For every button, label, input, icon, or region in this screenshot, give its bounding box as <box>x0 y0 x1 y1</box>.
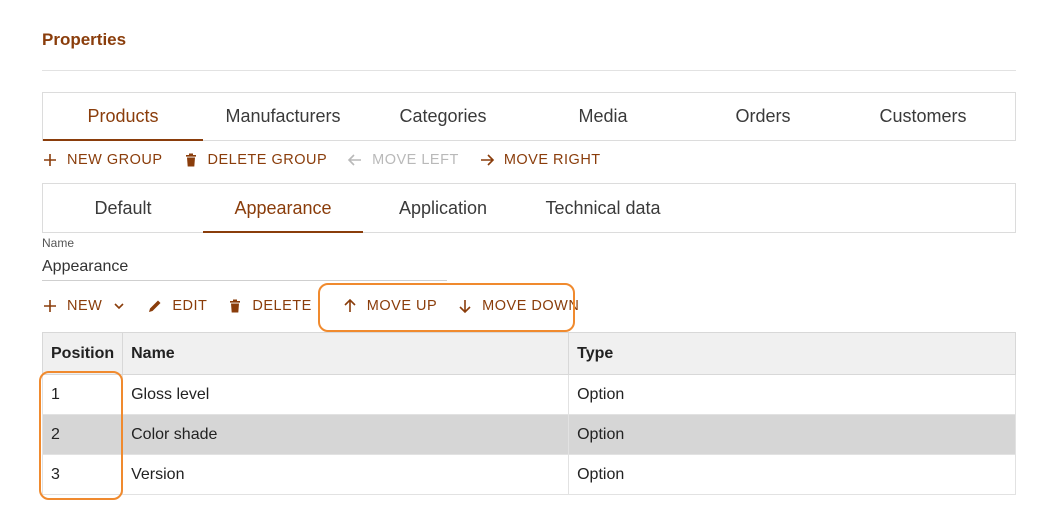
column-header-position[interactable]: Position <box>41 332 124 375</box>
chevron-down-icon[interactable] <box>111 298 127 314</box>
move-right-button[interactable]: MOVE RIGHT <box>479 152 601 168</box>
group-tab-bar: Default Appearance Application Technical… <box>42 183 1016 233</box>
arrow-up-icon <box>342 298 358 314</box>
tab-categories[interactable]: Categories <box>363 93 523 140</box>
page-title: Properties <box>42 30 127 49</box>
tab-technical-data[interactable]: Technical data <box>523 184 683 232</box>
column-header-type[interactable]: Type <box>568 332 1016 375</box>
table-header-row: Position Name Type <box>41 332 1016 375</box>
tab-appearance[interactable]: Appearance <box>203 184 363 233</box>
name-field-label: Name <box>42 236 75 250</box>
cell-type: Option <box>568 454 1016 495</box>
item-toolbar: NEW EDIT DELETE MOVE UP MOVE DOWN <box>42 293 599 319</box>
move-left-label: MOVE LEFT <box>372 152 459 168</box>
tab-application[interactable]: Application <box>363 184 523 232</box>
cell-position: 2 <box>41 414 124 455</box>
arrow-left-icon <box>347 152 363 168</box>
cell-type: Option <box>568 374 1016 415</box>
group-toolbar: NEW GROUP DELETE GROUP MOVE LEFT MOVE RI… <box>42 147 621 173</box>
cell-type: Option <box>568 414 1016 455</box>
delete-group-button[interactable]: DELETE GROUP <box>183 152 328 168</box>
tab-orders[interactable]: Orders <box>683 93 843 140</box>
new-label: NEW <box>67 298 103 314</box>
move-down-button[interactable]: MOVE DOWN <box>457 298 579 314</box>
tab-customers[interactable]: Customers <box>843 93 1003 140</box>
delete-group-label: DELETE GROUP <box>207 152 328 168</box>
trash-icon <box>227 298 243 314</box>
main-tab-bar: Products Manufacturers Categories Media … <box>42 92 1016 141</box>
cell-position: 3 <box>41 454 124 495</box>
tab-media[interactable]: Media <box>523 93 683 140</box>
move-right-label: MOVE RIGHT <box>503 152 601 168</box>
plus-icon <box>42 298 58 314</box>
move-down-label: MOVE DOWN <box>482 298 580 314</box>
tab-manufacturers[interactable]: Manufacturers <box>203 93 363 140</box>
edit-label: EDIT <box>172 298 208 314</box>
trash-icon <box>183 152 199 168</box>
arrow-right-icon <box>479 152 495 168</box>
table-row[interactable]: 3 Version Option <box>41 454 1016 495</box>
column-header-name[interactable]: Name <box>122 332 570 375</box>
arrow-down-icon <box>457 298 473 314</box>
table-row[interactable]: 2 Color shade Option <box>41 414 1016 455</box>
cell-name: Gloss level <box>122 374 570 415</box>
tab-default[interactable]: Default <box>43 184 203 232</box>
move-up-button[interactable]: MOVE UP <box>342 298 437 314</box>
pencil-icon <box>147 298 163 314</box>
cell-position: 1 <box>41 374 124 415</box>
table-row[interactable]: 1 Gloss level Option <box>41 374 1016 415</box>
new-button[interactable]: NEW <box>42 298 127 314</box>
delete-button[interactable]: DELETE <box>227 298 311 314</box>
move-left-button[interactable]: MOVE LEFT <box>347 152 459 168</box>
edit-button[interactable]: EDIT <box>147 298 207 314</box>
delete-label: DELETE <box>252 298 312 314</box>
move-up-label: MOVE UP <box>366 298 438 314</box>
properties-table: Position Name Type 1 Gloss level Option … <box>41 332 1016 495</box>
cell-name: Version <box>122 454 570 495</box>
title-divider <box>42 70 1016 71</box>
name-field[interactable] <box>42 254 447 281</box>
tab-products[interactable]: Products <box>43 93 203 141</box>
new-group-button[interactable]: NEW GROUP <box>42 152 163 168</box>
plus-icon <box>42 152 58 168</box>
cell-name: Color shade <box>122 414 570 455</box>
new-group-label: NEW GROUP <box>67 152 163 168</box>
